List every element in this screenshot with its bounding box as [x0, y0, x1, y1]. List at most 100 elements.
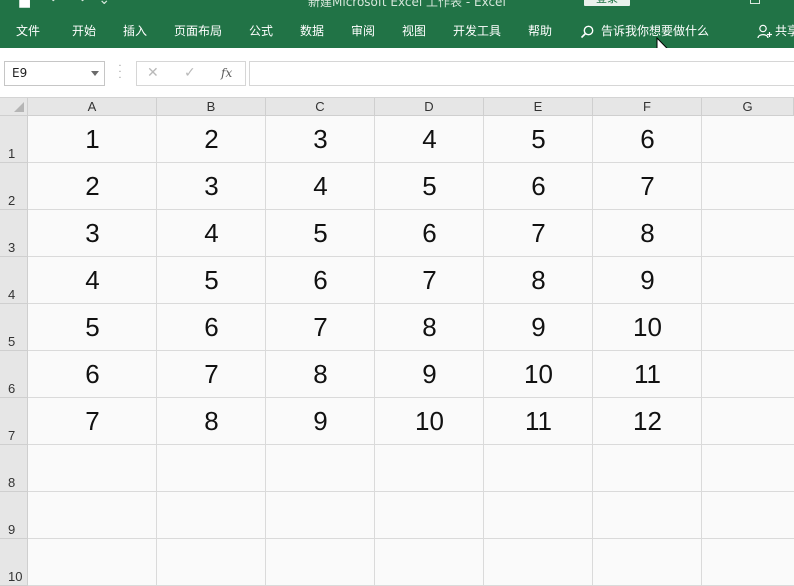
cell-e4[interactable]: 8 — [484, 257, 593, 304]
cell-a3[interactable]: 3 — [28, 210, 157, 257]
gridline-horizontal — [28, 538, 794, 539]
share-label: 共享 — [775, 24, 794, 38]
cell-e5[interactable]: 9 — [484, 304, 593, 351]
cell-c7[interactable]: 9 — [266, 398, 375, 445]
cancel-icon[interactable]: ✕ — [147, 62, 159, 85]
row-number: 9 — [8, 522, 16, 537]
column-header-a[interactable]: A — [28, 98, 157, 116]
cell-c3[interactable]: 5 — [266, 210, 375, 257]
person-icon — [757, 24, 772, 39]
cell-c4[interactable]: 6 — [266, 257, 375, 304]
cell-e6[interactable]: 10 — [484, 351, 593, 398]
column-header-b[interactable]: B — [157, 98, 266, 116]
cell-b5[interactable]: 6 — [157, 304, 266, 351]
row-header-7[interactable]: 7 — [0, 398, 28, 445]
cell-d3[interactable]: 6 — [375, 210, 484, 257]
login-button[interactable]: 登录 — [584, 0, 630, 6]
row-header-1[interactable]: 1 — [0, 116, 28, 163]
drag-handle-icon[interactable]: · · · — [118, 62, 122, 84]
row-header-4[interactable]: 4 — [0, 257, 28, 304]
tab-help[interactable]: 帮助 — [528, 14, 552, 48]
formula-bar: E9 · · · ✕ ✓ fx — [0, 48, 794, 98]
undo-redo-icons[interactable]: ↶ ↷ ⌄ — [50, 0, 114, 8]
cell-c6[interactable]: 8 — [266, 351, 375, 398]
save-icon[interactable]: ■ — [18, 0, 31, 10]
column-header-g[interactable]: G — [702, 98, 794, 116]
cell-b4[interactable]: 5 — [157, 257, 266, 304]
cell-e7[interactable]: 11 — [484, 398, 593, 445]
cell-b6[interactable]: 7 — [157, 351, 266, 398]
cell-b3[interactable]: 4 — [157, 210, 266, 257]
tab-review[interactable]: 审阅 — [351, 14, 375, 48]
cell-d5[interactable]: 8 — [375, 304, 484, 351]
row-number: 3 — [8, 240, 16, 255]
row-header-3[interactable]: 3 — [0, 210, 28, 257]
row-number: 7 — [8, 428, 16, 443]
cell-area[interactable]: 1 2 3 4 5 6 2 3 4 5 6 7 3 4 5 6 7 8 4 5 6 7 8 9 5 6 7 8 9 10 6 7 8 9 10 11 7… — [28, 116, 794, 586]
cell-a5[interactable]: 5 — [28, 304, 157, 351]
search-icon — [580, 25, 594, 39]
cell-b2[interactable]: 3 — [157, 163, 266, 210]
tab-file[interactable]: 文件 — [16, 14, 40, 48]
tab-insert[interactable]: 插入 — [123, 14, 147, 48]
row-header-10[interactable]: 10 — [0, 539, 28, 586]
tab-developer[interactable]: 开发工具 — [453, 14, 501, 48]
gridline-horizontal — [28, 491, 794, 492]
cell-c1[interactable]: 3 — [266, 116, 375, 163]
row-header-2[interactable]: 2 — [0, 163, 28, 210]
row-number: 10 — [8, 569, 23, 584]
insert-function-icon[interactable]: fx — [221, 62, 232, 85]
cell-a1[interactable]: 1 — [28, 116, 157, 163]
column-header-d[interactable]: D — [375, 98, 484, 116]
cell-b1[interactable]: 2 — [157, 116, 266, 163]
cell-a4[interactable]: 4 — [28, 257, 157, 304]
cell-b7[interactable]: 8 — [157, 398, 266, 445]
cell-e3[interactable]: 7 — [484, 210, 593, 257]
row-header-9[interactable]: 9 — [0, 492, 28, 539]
cell-d7[interactable]: 10 — [375, 398, 484, 445]
cell-a2[interactable]: 2 — [28, 163, 157, 210]
column-header-e[interactable]: E — [484, 98, 593, 116]
cell-a7[interactable]: 7 — [28, 398, 157, 445]
window-title: 新建Microsoft Excel 工作表 - Excel — [308, 0, 506, 9]
cell-f3[interactable]: 8 — [593, 210, 702, 257]
row-number: 8 — [8, 475, 16, 490]
row-header-8[interactable]: 8 — [0, 445, 28, 492]
cell-c2[interactable]: 4 — [266, 163, 375, 210]
select-all-button[interactable] — [0, 98, 28, 116]
formula-input[interactable] — [249, 61, 794, 86]
cell-c5[interactable]: 7 — [266, 304, 375, 351]
cell-f5[interactable]: 10 — [593, 304, 702, 351]
cell-f1[interactable]: 6 — [593, 116, 702, 163]
cell-e2[interactable]: 6 — [484, 163, 593, 210]
cell-d4[interactable]: 7 — [375, 257, 484, 304]
tab-view[interactable]: 视图 — [402, 14, 426, 48]
cell-d6[interactable]: 9 — [375, 351, 484, 398]
column-header-f[interactable]: F — [593, 98, 702, 116]
enter-icon[interactable]: ✓ — [184, 62, 196, 85]
cell-f4[interactable]: 9 — [593, 257, 702, 304]
cell-f2[interactable]: 7 — [593, 163, 702, 210]
cell-d1[interactable]: 4 — [375, 116, 484, 163]
cell-a6[interactable]: 6 — [28, 351, 157, 398]
tell-me-search[interactable]: 告诉我你想要做什么 — [580, 14, 709, 48]
name-box[interactable]: E9 — [4, 61, 105, 86]
row-number: 4 — [8, 287, 16, 302]
restore-window-icon[interactable] — [750, 0, 760, 4]
row-header-5[interactable]: 5 — [0, 304, 28, 351]
tab-home[interactable]: 开始 — [72, 14, 96, 48]
cell-f7[interactable]: 12 — [593, 398, 702, 445]
formula-buttons: ✕ ✓ fx — [136, 61, 246, 86]
column-header-c[interactable]: C — [266, 98, 375, 116]
cell-d2[interactable]: 5 — [375, 163, 484, 210]
tab-data[interactable]: 数据 — [300, 14, 324, 48]
tab-formulas[interactable]: 公式 — [249, 14, 273, 48]
cell-e1[interactable]: 5 — [484, 116, 593, 163]
row-number: 5 — [8, 334, 16, 349]
chevron-down-icon[interactable] — [91, 71, 99, 76]
cell-f6[interactable]: 11 — [593, 351, 702, 398]
tab-page-layout[interactable]: 页面布局 — [174, 14, 222, 48]
share-button[interactable]: 共享 — [757, 14, 794, 48]
row-number: 1 — [8, 146, 16, 161]
row-header-6[interactable]: 6 — [0, 351, 28, 398]
